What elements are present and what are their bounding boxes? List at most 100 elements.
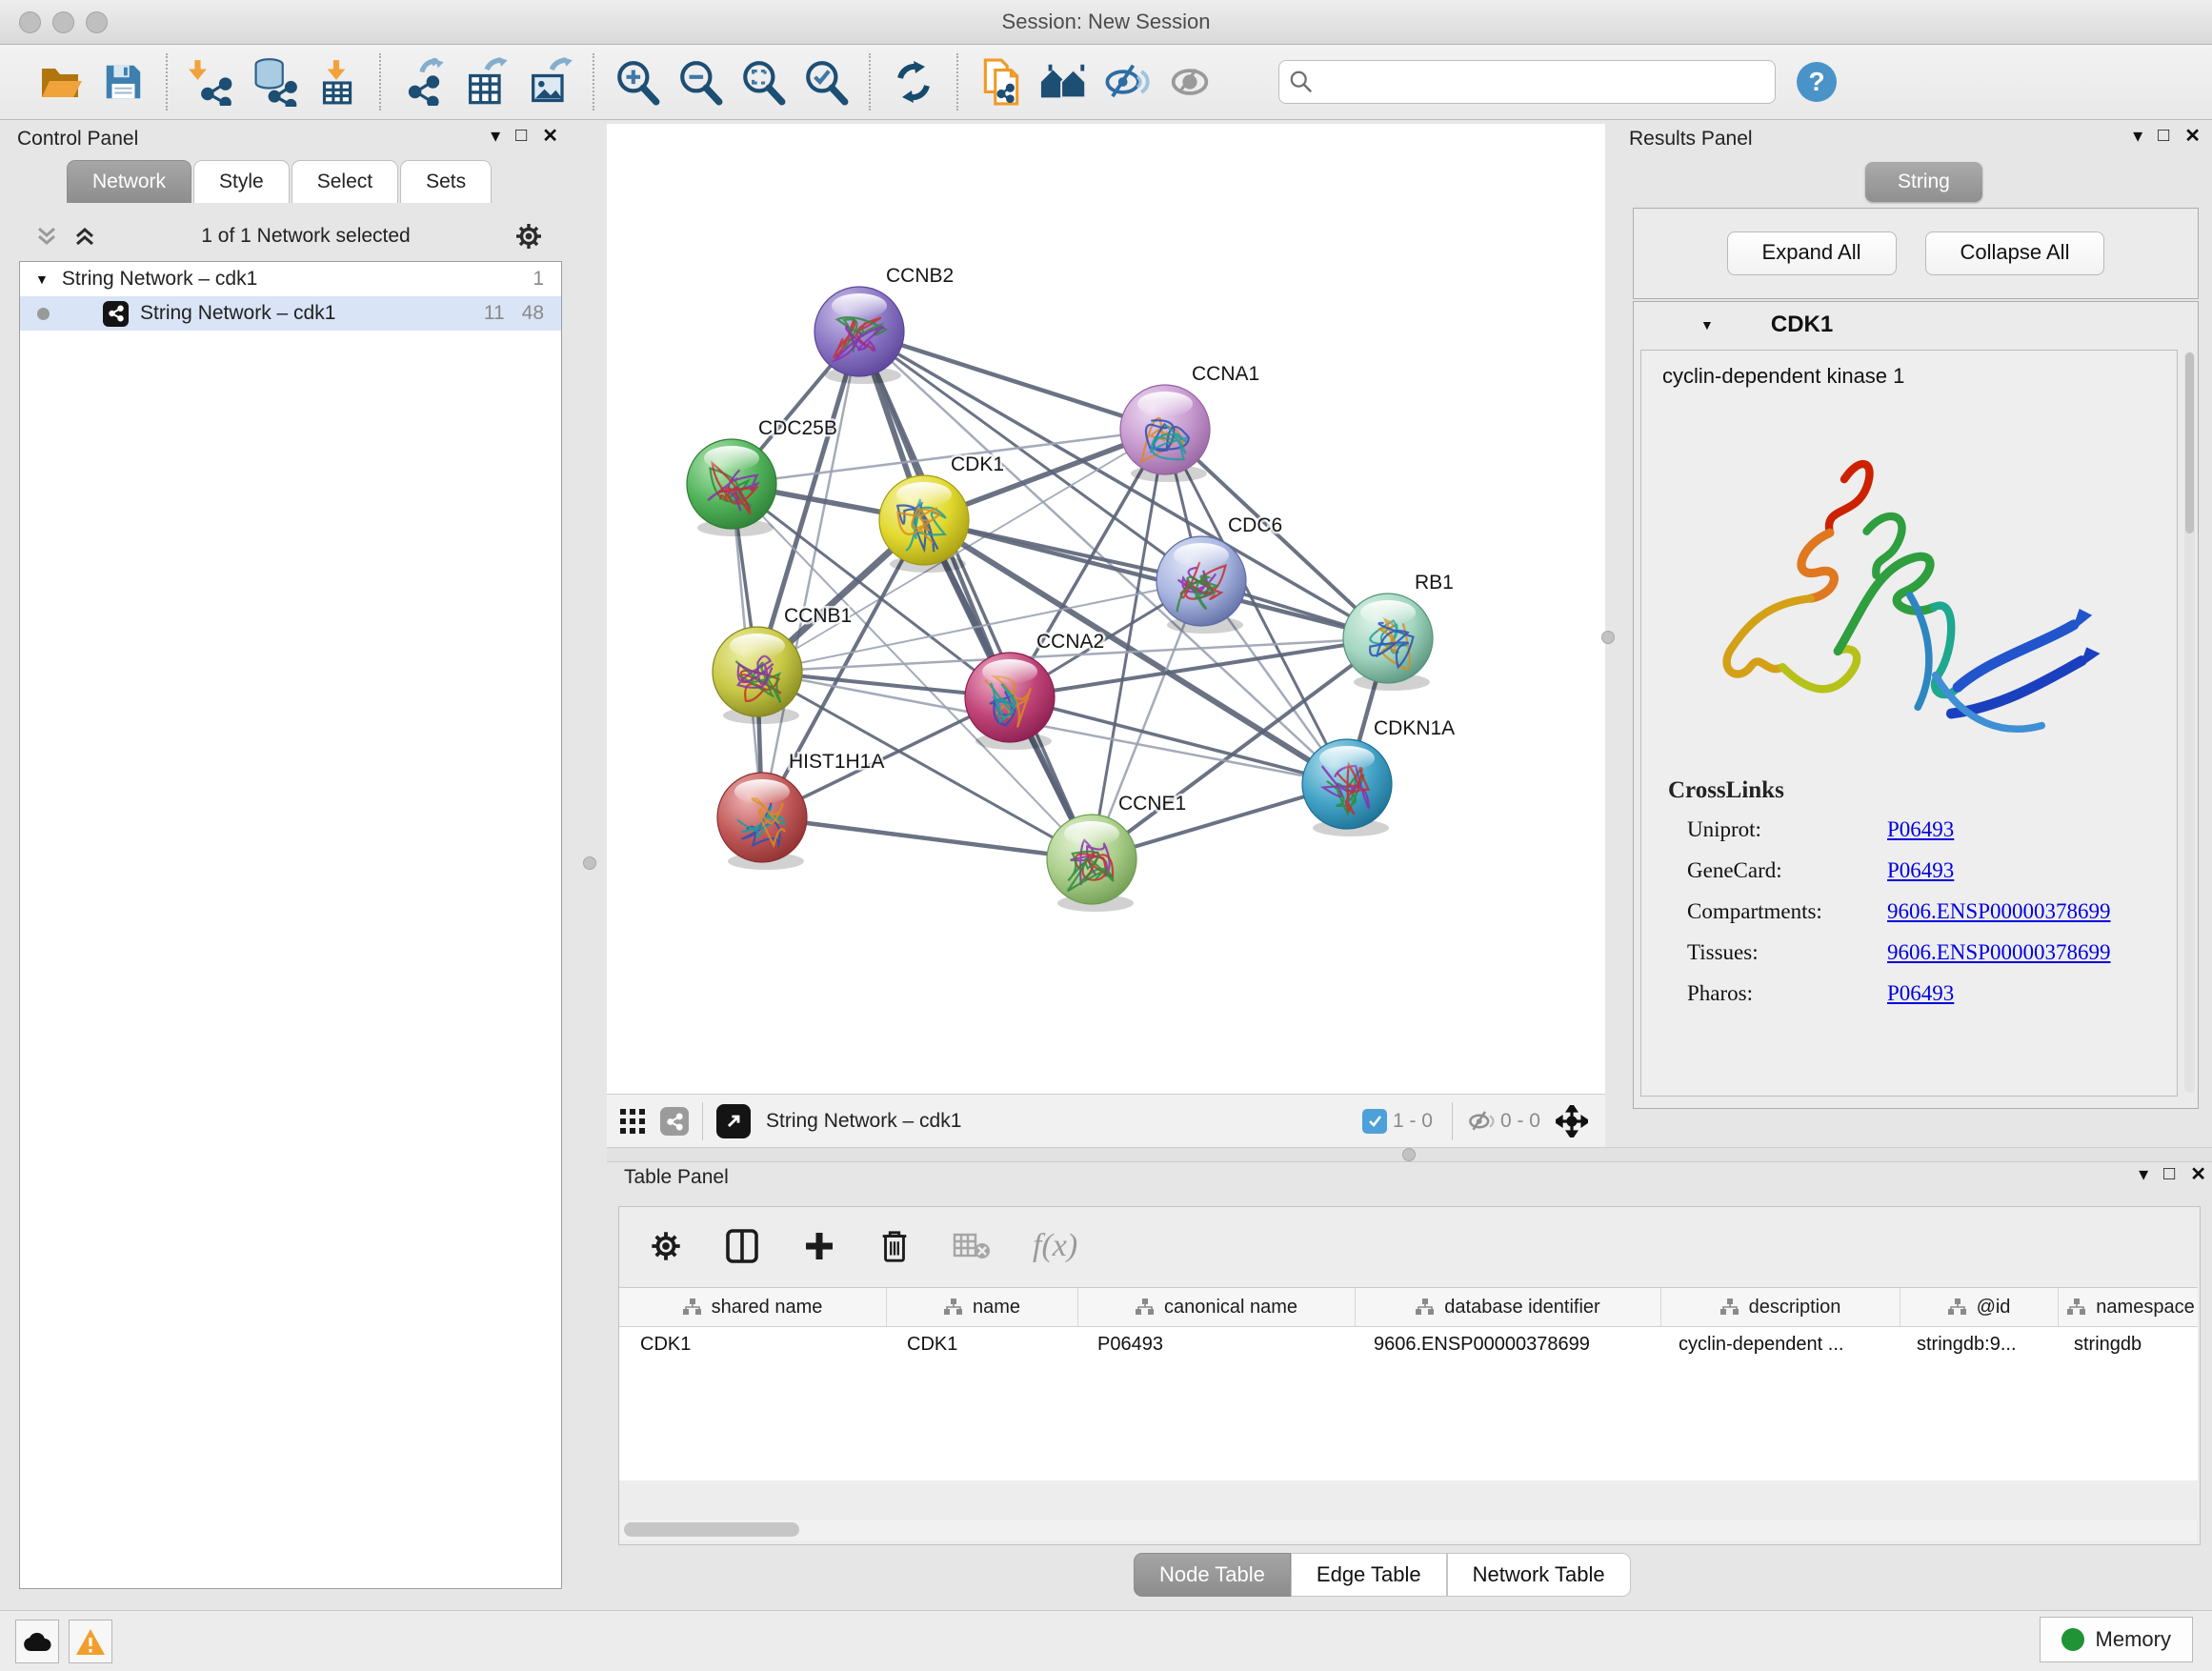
- delete-table-icon[interactable]: [953, 1231, 991, 1261]
- crosslink-tissues-link[interactable]: 9606.ENSP00000378699: [1887, 940, 2111, 965]
- gene-entry-caret-icon[interactable]: ▼: [1700, 317, 1714, 332]
- save-session-button[interactable]: [98, 57, 148, 107]
- tab-sets[interactable]: Sets: [400, 160, 492, 203]
- node-label: CCNA2: [1036, 631, 1104, 653]
- tab-string[interactable]: String: [1865, 162, 1982, 202]
- control-panel-menu-caret-icon[interactable]: ▾: [491, 124, 500, 148]
- tab-network[interactable]: Network: [67, 160, 191, 203]
- table-cell[interactable]: 9606.ENSP00000378699: [1353, 1334, 1658, 1356]
- network-share-toggle-icon[interactable]: [660, 1107, 689, 1136]
- tab-network-table[interactable]: Network Table: [1447, 1553, 1631, 1597]
- table-row[interactable]: CDK1CDK1P064939606.ENSP00000378699cyclin…: [619, 1327, 2198, 1361]
- table-cell[interactable]: stringdb: [2053, 1334, 2198, 1356]
- export-image-button[interactable]: [525, 57, 574, 107]
- splitter-handle[interactable]: [1402, 1148, 1416, 1161]
- tab-node-table[interactable]: Node Table: [1134, 1553, 1291, 1597]
- gene-entry-header[interactable]: ▼ CDK1: [1634, 302, 2198, 348]
- table-panel-title: Table Panel: [624, 1166, 729, 1189]
- column-header-name[interactable]: name: [887, 1288, 1078, 1326]
- control-panel-float-icon[interactable]: □: [515, 125, 527, 147]
- open-session-button[interactable]: [35, 57, 85, 107]
- network-node-rb1[interactable]: RB1: [1343, 572, 1454, 691]
- export-network-button[interactable]: [399, 57, 449, 107]
- collapse-all-networks-icon[interactable]: [34, 224, 59, 249]
- import-network-database-button[interactable]: [249, 57, 298, 107]
- fit-selected-crosshair-icon[interactable]: [1556, 1105, 1588, 1137]
- search-input[interactable]: [1314, 70, 1737, 94]
- network-canvas[interactable]: CCNB2 CCNA1 CDC25B CDK1 CDC6 RB1 CCNB1 CCNA2 CDK…: [607, 124, 1605, 1094]
- refresh-view-button[interactable]: [889, 57, 938, 107]
- tab-style[interactable]: Style: [193, 160, 290, 203]
- control-panel-splitter-handle[interactable]: [583, 856, 596, 870]
- table-cell[interactable]: CDK1: [619, 1334, 886, 1356]
- network-options-gear-icon[interactable]: [514, 222, 543, 251]
- node-label: CDC25B: [758, 417, 837, 439]
- tab-select[interactable]: Select: [292, 160, 398, 203]
- network-node-cdk1[interactable]: CDK1: [879, 453, 1004, 573]
- table-cell[interactable]: stringdb:9...: [1896, 1334, 2053, 1356]
- zoom-selected-button[interactable]: [801, 57, 851, 107]
- column-header-database-identifier[interactable]: database identifier: [1356, 1288, 1661, 1326]
- table-cell[interactable]: cyclin-dependent ...: [1658, 1334, 1896, 1356]
- birdseye-view-icon[interactable]: [620, 1109, 645, 1134]
- table-panel-menu-caret-icon[interactable]: ▾: [2139, 1162, 2148, 1186]
- open-in-browser-icon[interactable]: [716, 1104, 751, 1138]
- column-type-icon: [944, 1299, 963, 1316]
- network-node-hist1h1a[interactable]: HIST1H1A: [717, 751, 884, 870]
- crosslink-genecard-link[interactable]: P06493: [1887, 858, 1954, 883]
- table-panel-close-icon[interactable]: ✕: [2190, 1162, 2206, 1186]
- import-table-button[interactable]: [312, 57, 361, 107]
- selected-checkbox-icon[interactable]: [1362, 1109, 1387, 1134]
- network-node-cdkn1a[interactable]: CDKN1A: [1302, 717, 1455, 836]
- network-row[interactable]: String Network – cdk1 11 48: [20, 296, 561, 331]
- crosslink-uniprot-link[interactable]: P06493: [1887, 817, 1954, 842]
- expand-all-networks-icon[interactable]: [72, 224, 97, 249]
- hide-selected-button[interactable]: [1102, 57, 1152, 107]
- import-network-file-button[interactable]: [186, 57, 235, 107]
- memory-button[interactable]: Memory: [2040, 1617, 2193, 1662]
- network-node-cdc6[interactable]: CDC6: [1156, 514, 1282, 634]
- column-header-namespace[interactable]: namespace: [2059, 1288, 2198, 1326]
- show-columns-icon[interactable]: [724, 1228, 760, 1264]
- results-panel-close-icon[interactable]: ✕: [2184, 124, 2201, 148]
- zoom-in-button[interactable]: [613, 57, 662, 107]
- warnings-button[interactable]: [69, 1620, 112, 1663]
- collapse-all-button[interactable]: Collapse All: [1925, 232, 2105, 275]
- table-horizontal-scrollbar[interactable]: [620, 1520, 2197, 1540]
- network-collection-row[interactable]: ▼ String Network – cdk1 1: [20, 262, 561, 296]
- network-node-ccna1[interactable]: CCNA1: [1120, 363, 1259, 482]
- clone-network-button[interactable]: [976, 57, 1026, 107]
- network-node-ccnb1[interactable]: CCNB1: [713, 605, 852, 724]
- table-panel-float-icon[interactable]: □: [2163, 1163, 2175, 1185]
- results-scrollbar[interactable]: [2184, 352, 2195, 1093]
- first-neighbors-button[interactable]: [1039, 57, 1089, 107]
- hidden-eye-slash-icon[interactable]: [1466, 1107, 1495, 1136]
- crosslink-pharos-link[interactable]: P06493: [1887, 981, 1954, 1006]
- delete-column-trash-icon[interactable]: [878, 1229, 911, 1263]
- expand-all-button[interactable]: Expand All: [1727, 232, 1897, 275]
- create-column-plus-icon[interactable]: [802, 1229, 836, 1263]
- column-header-canonical-name[interactable]: canonical name: [1078, 1288, 1356, 1326]
- function-builder-icon[interactable]: f(x): [1033, 1228, 1077, 1264]
- crosslink-compartments-link[interactable]: 9606.ENSP00000378699: [1887, 899, 2111, 924]
- column-header-shared-name[interactable]: shared name: [619, 1288, 887, 1326]
- show-all-button[interactable]: [1165, 57, 1215, 107]
- cloud-status-button[interactable]: [15, 1620, 59, 1663]
- tab-edge-table[interactable]: Edge Table: [1291, 1553, 1447, 1597]
- results-panel-float-icon[interactable]: □: [2158, 125, 2169, 147]
- column-header--id[interactable]: @id: [1900, 1288, 2059, 1326]
- help-button[interactable]: ?: [1797, 62, 1837, 102]
- collection-caret-icon[interactable]: ▼: [35, 272, 49, 287]
- results-panel-menu-caret-icon[interactable]: ▾: [2133, 124, 2142, 148]
- network-node-ccnb2[interactable]: CCNB2: [814, 265, 954, 384]
- control-panel-close-icon[interactable]: ✕: [542, 124, 558, 148]
- network-edges[interactable]: [732, 332, 1388, 859]
- column-header-description[interactable]: description: [1661, 1288, 1900, 1326]
- node-label: CDKN1A: [1374, 717, 1455, 739]
- table-cell[interactable]: CDK1: [886, 1334, 1076, 1356]
- export-table-button[interactable]: [462, 57, 512, 107]
- table-cell[interactable]: P06493: [1076, 1334, 1353, 1356]
- zoom-fit-button[interactable]: [738, 57, 788, 107]
- zoom-out-button[interactable]: [675, 57, 725, 107]
- table-options-gear-icon[interactable]: [650, 1230, 682, 1262]
